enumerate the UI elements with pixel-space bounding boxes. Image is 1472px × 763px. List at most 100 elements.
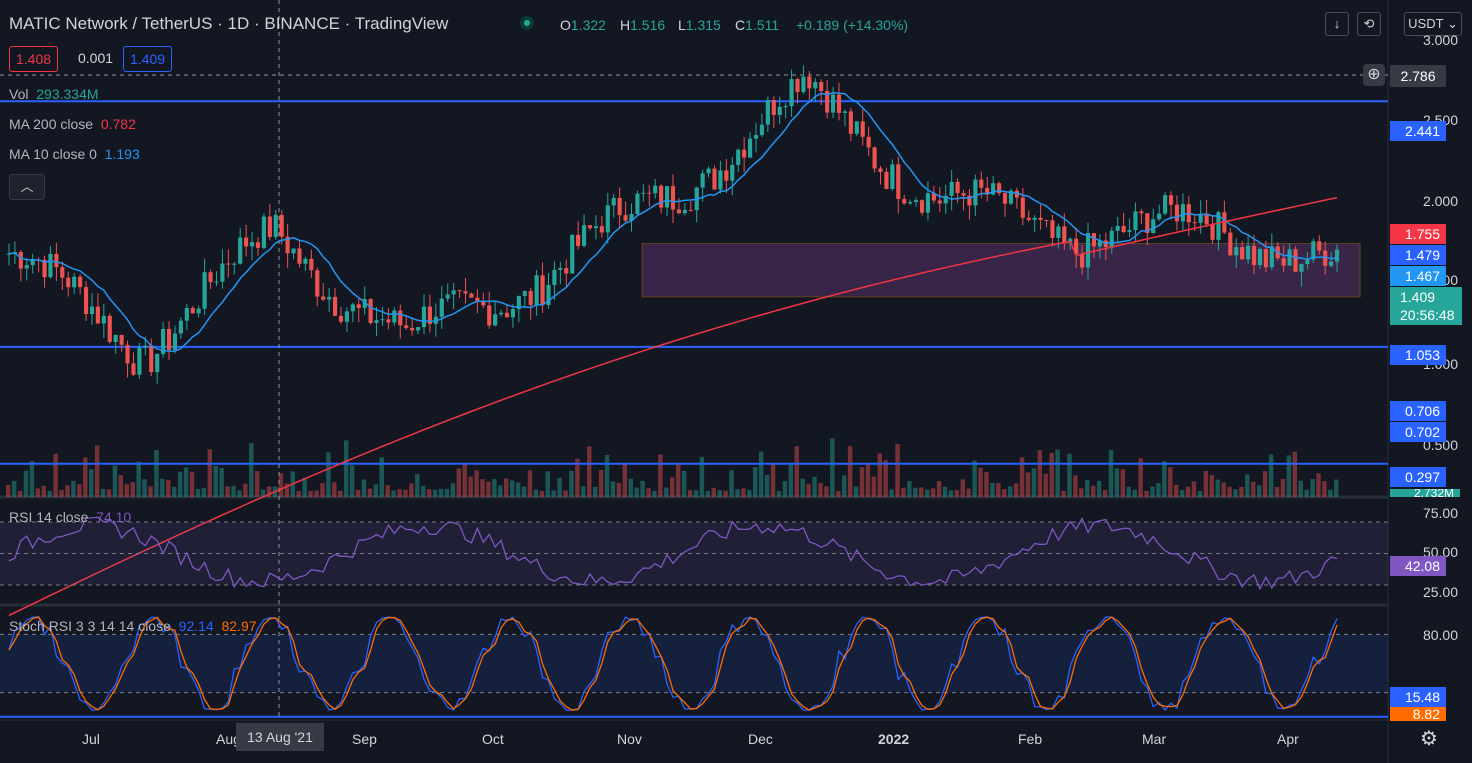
candle-body [753,135,759,139]
candle-body [386,319,391,323]
fullscreen-icon[interactable]: ⟲ [1357,12,1381,36]
volume-bar [343,440,349,497]
ma200-legend[interactable]: MA 200 close 0.782 [9,116,136,132]
candle-body [107,315,112,342]
volume-bar [741,488,746,497]
candle-body [623,215,628,221]
volume-bar [1298,480,1303,497]
ma200-tag: 1.755 [1390,224,1446,244]
candle-body [866,136,871,148]
volume-bar [468,476,473,497]
volume-bar [1274,486,1280,497]
buy-price-button[interactable]: 1.409 [123,46,173,72]
volume-bar [853,486,859,497]
candle-body [451,290,456,295]
candle-body [30,259,35,266]
candle-body [653,185,658,194]
collapse-icon[interactable]: ︿ [9,174,45,200]
volume-bar [984,471,989,497]
candle-body [836,94,842,113]
candle-body [1174,204,1180,222]
volume-bar [587,446,592,497]
volume-bar [770,462,776,497]
candle-body [273,214,278,237]
volume-bar [415,474,420,497]
volume-bar [515,482,521,497]
volume-bar [978,467,983,497]
candle-body [439,298,444,317]
volume-bar [919,487,924,497]
volume-bar [865,463,871,497]
ohlc-change: +0.189 (+14.30%) [796,17,909,33]
rsi-legend[interactable]: RSI 14 close 74.10 [9,509,131,525]
volume-bar [17,490,23,497]
candle-body [131,363,136,375]
add-alert-icon[interactable]: ⊕ [1363,64,1385,86]
volume-bar [1162,461,1167,497]
volume-bar [438,488,444,497]
candle-body [398,310,403,326]
volume-bar [753,467,758,497]
candle-body [724,170,729,181]
candle-body [309,258,314,271]
candle-body [884,171,889,189]
settings-gear-icon[interactable]: ⚙ [1420,726,1438,751]
candle-body [404,325,409,328]
candle-body [925,193,931,213]
candle-body [1151,219,1156,234]
volume-bar [847,446,853,497]
candle-body [344,311,349,322]
candle-body [765,100,770,125]
volume-bar [480,479,485,497]
time-label: Apr [1277,731,1299,747]
volume-bar [569,470,574,497]
time-label: Feb [1018,731,1043,747]
candle-body [172,333,178,350]
symbol-title[interactable]: MATIC Network / TetherUS · 1D · BINANCE … [9,14,448,34]
stoch-d-tag: 8.82 [1390,707,1446,721]
volume-bar [504,478,509,497]
sell-price-button[interactable]: 1.408 [9,46,59,72]
candle-body [1334,249,1340,262]
volume-bar [1280,478,1286,497]
candle-body [1020,197,1025,218]
stoch-legend[interactable]: Stoch RSI 3 3 14 14 close 92.14 82.97 [9,618,257,634]
candle-body [1133,211,1138,231]
candle-body [368,299,373,323]
candle-body [1091,233,1097,247]
volume-bar [693,490,699,497]
volume-bar [11,480,17,497]
vol-legend[interactable]: Vol 293.334M [9,86,99,102]
candle-body [303,258,308,264]
chart-canvas[interactable] [0,0,1472,763]
volume-bar [824,486,829,497]
volume-bar [788,464,794,497]
candle-body [214,281,219,283]
volume-bar [996,483,1001,497]
volume-bar [1168,467,1173,497]
time-label: Nov [617,731,642,747]
volume-bar [889,489,894,497]
volume-bar [658,454,663,497]
candle-body [190,308,195,314]
candle-body [226,263,231,265]
candle-body [801,76,806,92]
candle-body [238,237,243,264]
close-tag: 1.467 [1390,266,1446,286]
volume-bar [533,489,539,497]
candle-body [1240,247,1245,260]
volume-bar [990,483,995,497]
candle-body [576,234,581,246]
candle-body [759,124,765,136]
candle-body [522,291,527,296]
hline-tag: 0.297 [1390,467,1446,487]
ma10-legend[interactable]: MA 10 close 0 1.193 [9,146,140,162]
volume-bar [521,486,527,497]
volume-bar [189,471,195,497]
volume-bar [391,490,396,497]
candle-body [255,242,261,248]
volume-bar [859,467,865,497]
candle-body [1056,226,1061,238]
download-icon[interactable]: ↓ [1325,12,1349,36]
candle-body [842,111,848,113]
